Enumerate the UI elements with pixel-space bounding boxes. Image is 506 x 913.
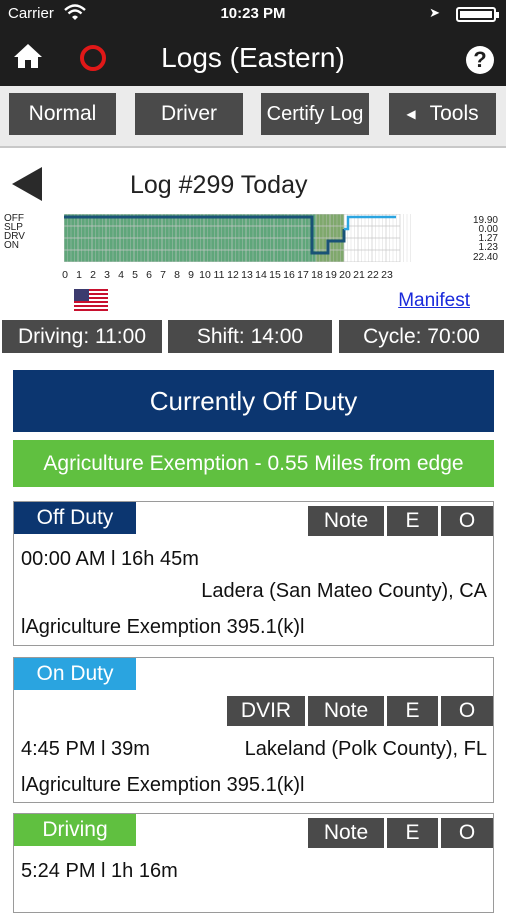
event-time: 4:45 PM l 39m [21,738,150,760]
us-flag-icon [74,289,108,311]
hour-tick-label: 21 [353,269,365,281]
total-all: 22.40 [472,252,498,263]
event-card-on-duty: On Duty DVIR Note E O 4:45 PM l 39m Lake… [13,657,494,803]
hour-axis: 0 1 2 3 4 5 6 7 8 9 10 11 12 13 14 15 16 17 18 19 20 21 22 23 [60,269,430,283]
event-actions: Note E O [308,818,493,850]
tools-label: Tools [429,102,479,125]
log-header: Log #299 Today [0,165,506,205]
event-card-off-duty: Off Duty Note E O 00:00 AM l 16h 45m Lad… [13,501,494,646]
location-arrow-icon: ➤ [429,5,440,20]
hour-tick-label: 19 [325,269,337,281]
help-icon[interactable]: ? [466,46,494,74]
page-title: Logs (Eastern) [161,42,345,73]
nav-bar: Logs (Eastern) ? [0,28,506,86]
event-time: 00:00 AM l 16h 45m [21,548,199,570]
chevron-left-icon: ◀ [406,107,416,121]
hour-tick-label: 1 [76,269,82,281]
event-actions: DVIR Note E O [227,696,493,728]
hour-tick-label: 23 [381,269,393,281]
event-tag: On Duty [14,658,136,690]
hour-tick-label: 10 [199,269,211,281]
hour-tick-label: 0 [62,269,68,281]
note-button[interactable]: Note [308,818,384,848]
hour-tick-label: 22 [367,269,379,281]
hour-tick-label: 4 [118,269,124,281]
duty-grid [64,214,411,262]
previous-log-arrow-icon[interactable] [12,167,42,201]
hour-tick-label: 6 [146,269,152,281]
tools-button[interactable]: ◀ Tools [389,93,496,135]
note-button[interactable]: Note [308,696,384,726]
shift-counter: Shift: 14:00 [168,320,332,353]
status-bar: Carrier 10:23 PM ➤ [0,0,506,28]
o-button[interactable]: O [441,696,493,726]
hour-tick-label: 7 [160,269,166,281]
exemption-banner: Agriculture Exemption - 0.55 Miles from … [13,440,494,487]
hour-tick-label: 20 [339,269,351,281]
normal-button[interactable]: Normal [9,93,116,135]
hour-tick-label: 2 [90,269,96,281]
certify-log-button[interactable]: Certify Log [261,93,369,135]
event-actions: Note E O [308,506,493,538]
hour-tick-label: 13 [241,269,253,281]
edit-button[interactable]: E [387,506,438,536]
dvir-button[interactable]: DVIR [227,696,305,726]
hour-tick-label: 11 [213,269,225,281]
note-button[interactable]: Note [308,506,384,536]
toolbar: Normal Driver Certify Log ◀ Tools [0,86,506,148]
event-tag: Driving [14,814,136,846]
event-card-driving: Driving Note E O 5:24 PM l 1h 16m [13,813,494,913]
event-time: 5:24 PM l 1h 16m [21,860,178,882]
hour-tick-label: 16 [283,269,295,281]
o-button[interactable]: O [441,506,493,536]
event-note: lAgriculture Exemption 395.1(k)l [21,616,305,638]
hour-tick-label: 17 [297,269,309,281]
driver-button[interactable]: Driver [135,93,243,135]
log-title: Log #299 Today [130,171,308,199]
hour-tick-label: 3 [104,269,110,281]
edit-button[interactable]: E [387,696,438,726]
duty-status-banner[interactable]: Currently Off Duty [13,370,494,432]
hours-counters: Driving: 11:00 Shift: 14:00 Cycle: 70:00 [0,320,506,354]
hour-tick-label: 14 [255,269,267,281]
hour-tick-label: 12 [227,269,239,281]
o-button[interactable]: O [441,818,493,848]
event-location: Ladera (San Mateo County), CA [201,580,487,602]
battery-icon [456,7,499,22]
row-label-on: ON [4,240,19,251]
hour-tick-label: 5 [132,269,138,281]
event-tag: Off Duty [14,502,136,534]
event-location: Lakeland (Polk County), FL [244,738,487,760]
manifest-link[interactable]: Manifest [398,290,470,312]
cycle-counter: Cycle: 70:00 [339,320,504,353]
hour-tick-label: 15 [269,269,281,281]
hour-tick-label: 9 [188,269,194,281]
hour-tick-label: 8 [174,269,180,281]
driving-counter: Driving: 11:00 [2,320,162,353]
edit-button[interactable]: E [387,818,438,848]
hour-tick-label: 18 [311,269,323,281]
event-note: lAgriculture Exemption 395.1(k)l [21,774,305,796]
